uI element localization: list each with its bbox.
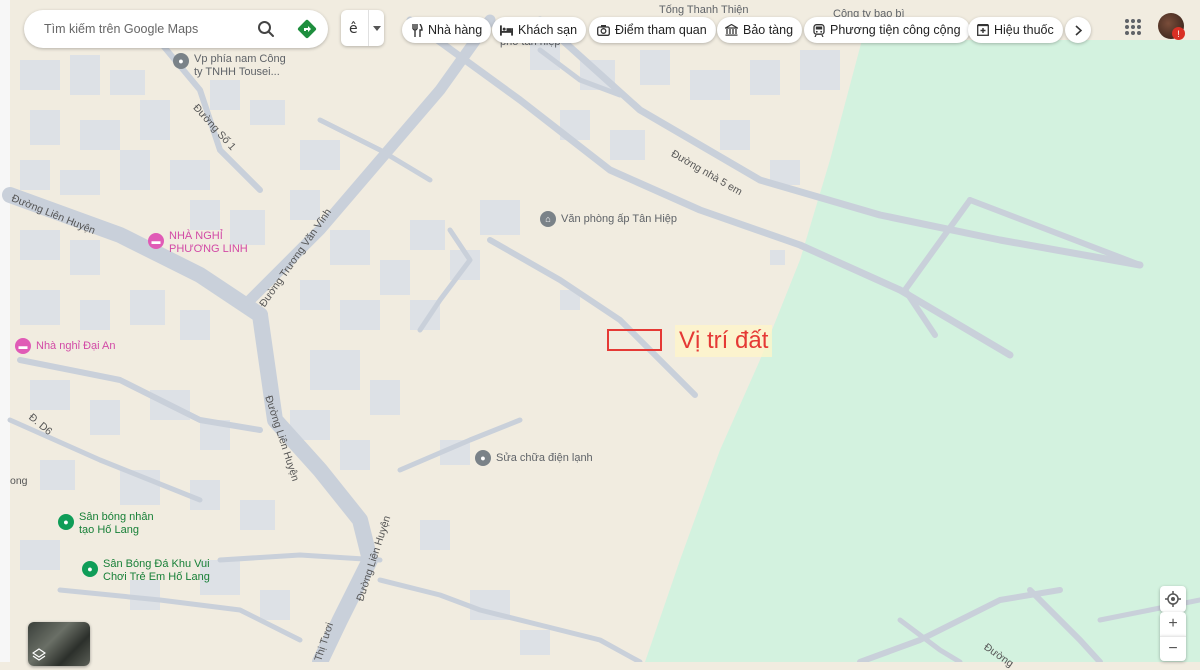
caret-down-icon[interactable] bbox=[369, 25, 384, 31]
chip-label: Nhà hàng bbox=[428, 23, 483, 37]
camera-icon bbox=[597, 24, 610, 37]
chip-label: Bảo tàng bbox=[743, 23, 794, 37]
poi-label-line2: ty TNHH Tousei... bbox=[194, 66, 280, 78]
building-pin-icon: ⌂ bbox=[540, 211, 556, 227]
chip-label: Hiệu thuốc bbox=[994, 23, 1054, 37]
poi-label-line1: Sân Bóng Đá Khu Vui bbox=[103, 558, 210, 570]
chips-next-button[interactable] bbox=[1065, 17, 1091, 43]
search-box[interactable] bbox=[24, 10, 328, 48]
chevron-right-icon bbox=[1074, 24, 1082, 36]
search-icon[interactable] bbox=[256, 19, 276, 39]
label-tong-thanh-thien: Tống Thanh Thiện bbox=[659, 4, 749, 16]
poi-label: Sửa chữa điện lạnh bbox=[496, 452, 593, 464]
museum-icon bbox=[725, 24, 738, 37]
chip-transit[interactable]: Phương tiện công cộng bbox=[804, 17, 970, 43]
sports-pin-icon: ● bbox=[82, 561, 98, 577]
restaurant-icon bbox=[410, 23, 423, 37]
chip-pharmacy[interactable]: Hiệu thuốc bbox=[968, 17, 1063, 43]
place-pin-icon: ● bbox=[475, 450, 491, 466]
search-input[interactable] bbox=[42, 21, 246, 37]
chip-attractions[interactable]: Điểm tham quan bbox=[589, 17, 716, 43]
chip-hotels[interactable]: Khách sạn bbox=[492, 17, 587, 43]
poi-van-phong-ap-tan-hiep[interactable]: ⌂ Văn phòng ấp Tân Hiệp bbox=[540, 211, 677, 227]
chip-label: Phương tiện công cộng bbox=[830, 23, 961, 37]
layers-icon: ê bbox=[341, 10, 370, 46]
poi-label-line1: Sân bóng nhân bbox=[79, 511, 154, 523]
poi-label-line2: Chơi Trẻ Em Hố Lang bbox=[103, 571, 210, 583]
satellite-layer-thumbnail[interactable] bbox=[28, 622, 90, 666]
chip-restaurants[interactable]: Nhà hàng bbox=[402, 17, 492, 43]
land-location-label: Vị trí đất bbox=[675, 325, 773, 357]
sports-pin-icon: ● bbox=[58, 514, 74, 530]
svg-text:ê: ê bbox=[349, 21, 358, 35]
zoom-in-button[interactable]: + bbox=[1160, 612, 1186, 636]
poi-label: Nhà nghỉ Đại An bbox=[36, 340, 116, 352]
apps-grid-icon[interactable] bbox=[1122, 16, 1144, 38]
my-location-button[interactable] bbox=[1160, 586, 1186, 612]
poi-label-line2: PHƯƠNG LINH bbox=[169, 243, 248, 255]
directions-icon[interactable] bbox=[297, 19, 317, 39]
poi-nha-nghi-dai-an[interactable]: ▬ Nhà nghỉ Đại An bbox=[15, 338, 116, 354]
road-label-ong: ong bbox=[10, 475, 28, 487]
poi-label-line1: NHÀ NGHỈ bbox=[169, 230, 223, 242]
chip-label: Điểm tham quan bbox=[615, 23, 707, 37]
poi-san-bong-nhan-tao[interactable]: ● Sân bóng nhân tạo Hố Lang bbox=[58, 511, 154, 537]
crosshair-icon bbox=[1165, 591, 1181, 607]
pharmacy-icon bbox=[976, 24, 989, 37]
hotel-pin-icon: ▬ bbox=[15, 338, 31, 354]
poi-san-bong-da-khu-vui-choi[interactable]: ● Sân Bóng Đá Khu Vui Chơi Trẻ Em Hố Lang bbox=[82, 558, 210, 584]
notification-badge-icon: ! bbox=[1172, 27, 1185, 40]
zoom-out-button[interactable]: − bbox=[1160, 636, 1186, 661]
place-pin-icon: ● bbox=[173, 53, 189, 69]
land-location-marker-box bbox=[607, 329, 662, 351]
poi-label-line2: tạo Hố Lang bbox=[79, 524, 139, 536]
transit-icon bbox=[812, 23, 825, 37]
poi-label-line1: Vp phía nam Công bbox=[194, 53, 286, 65]
poi-sua-chua-dien-lanh[interactable]: ● Sửa chữa điện lạnh bbox=[475, 450, 593, 466]
hotel-icon bbox=[500, 24, 513, 37]
layers-button[interactable]: ê bbox=[341, 10, 384, 46]
poi-label: Văn phòng ấp Tân Hiệp bbox=[561, 213, 677, 225]
poi-vp-tousei[interactable]: ● Vp phía nam Công ty TNHH Tousei... bbox=[173, 53, 286, 79]
poi-nha-nghi-phuong-linh[interactable]: ▬ NHÀ NGHỈ PHƯƠNG LINH bbox=[148, 230, 248, 256]
chip-museums[interactable]: Bảo tàng bbox=[717, 17, 803, 43]
chip-label: Khách sạn bbox=[518, 23, 578, 37]
hotel-pin-icon: ▬ bbox=[148, 233, 164, 249]
layers-stack-icon bbox=[32, 648, 46, 661]
